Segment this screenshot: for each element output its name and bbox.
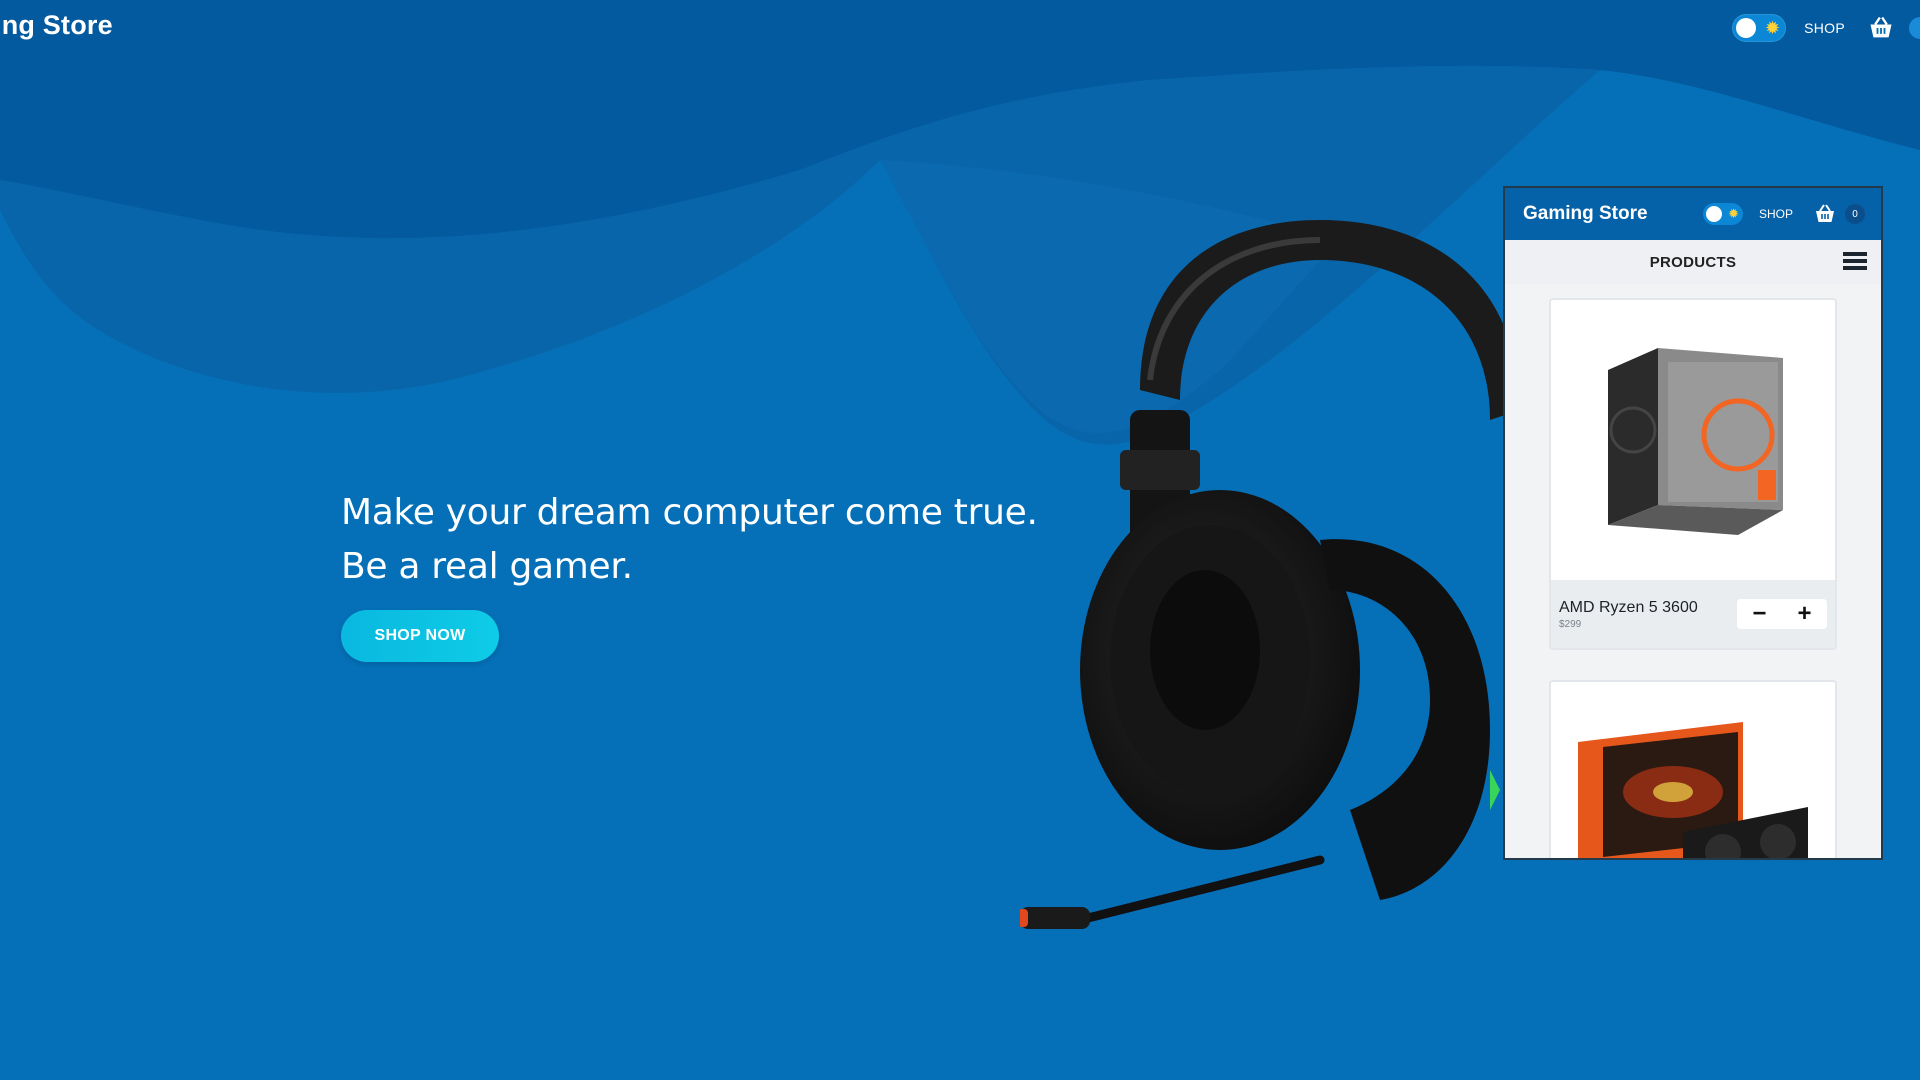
mobile-site-logo[interactable]: Gaming Store — [1523, 203, 1703, 225]
hero-headline-line1: Make your dream computer come true. — [341, 492, 1038, 533]
nav-shop-link[interactable]: SHOP — [1804, 20, 1845, 36]
mobile-nav-shop-link[interactable]: SHOP — [1759, 207, 1793, 221]
top-nav: ✹ SHOP — [1732, 0, 1920, 56]
product-card-footer: AMD Ryzen 5 3600 $299 − + — [1551, 580, 1835, 648]
product-image-amd-ryzen — [1551, 300, 1835, 580]
basket-icon[interactable] — [1813, 202, 1837, 226]
mobile-cart-count-badge[interactable]: 0 — [1845, 204, 1865, 224]
site-logo[interactable]: ing Store — [0, 10, 113, 41]
basket-icon[interactable] — [1867, 14, 1895, 42]
products-header: PRODUCTS — [1505, 240, 1881, 284]
products-title: PRODUCTS — [1649, 253, 1737, 271]
theme-toggle[interactable]: ✹ — [1732, 14, 1787, 42]
menu-icon[interactable] — [1843, 252, 1867, 272]
product-price: $299 — [1559, 618, 1582, 630]
product-card[interactable]: AMD Ryzen 5 3600 $299 − + — [1549, 298, 1837, 650]
mobile-header: Gaming Store ✹ SHOP 0 — [1505, 188, 1881, 240]
shop-now-button[interactable]: SHOP NOW — [341, 610, 499, 662]
gigabyte-gpu-box-image — [1578, 722, 1808, 858]
sun-icon: ✹ — [1765, 18, 1781, 38]
amd-ryzen-box-image — [1608, 348, 1783, 535]
mobile-theme-toggle[interactable]: ✹ — [1702, 203, 1743, 225]
product-image-gigabyte-gpu — [1551, 682, 1835, 858]
cart-count-badge[interactable] — [1909, 17, 1920, 39]
toggle-knob — [1736, 18, 1757, 38]
quantity-stepper: − + — [1737, 599, 1827, 629]
product-name: AMD Ryzen 5 3600 — [1559, 598, 1698, 616]
sun-icon: ✹ — [1728, 206, 1739, 221]
headphones-image — [1020, 220, 1520, 929]
product-info: AMD Ryzen 5 3600 $299 — [1559, 599, 1737, 630]
minus-icon[interactable]: − — [1752, 602, 1766, 626]
product-card[interactable] — [1549, 680, 1837, 858]
mobile-preview: Gaming Store ✹ SHOP 0 PRODUCTS AMD Ryzen… — [1503, 186, 1883, 860]
toggle-knob — [1705, 206, 1722, 222]
hero-headline-line2: Be a real gamer. — [341, 546, 633, 587]
plus-icon[interactable]: + — [1797, 602, 1811, 626]
hero-section: Make your dream computer come true. Be a… — [341, 486, 1038, 662]
